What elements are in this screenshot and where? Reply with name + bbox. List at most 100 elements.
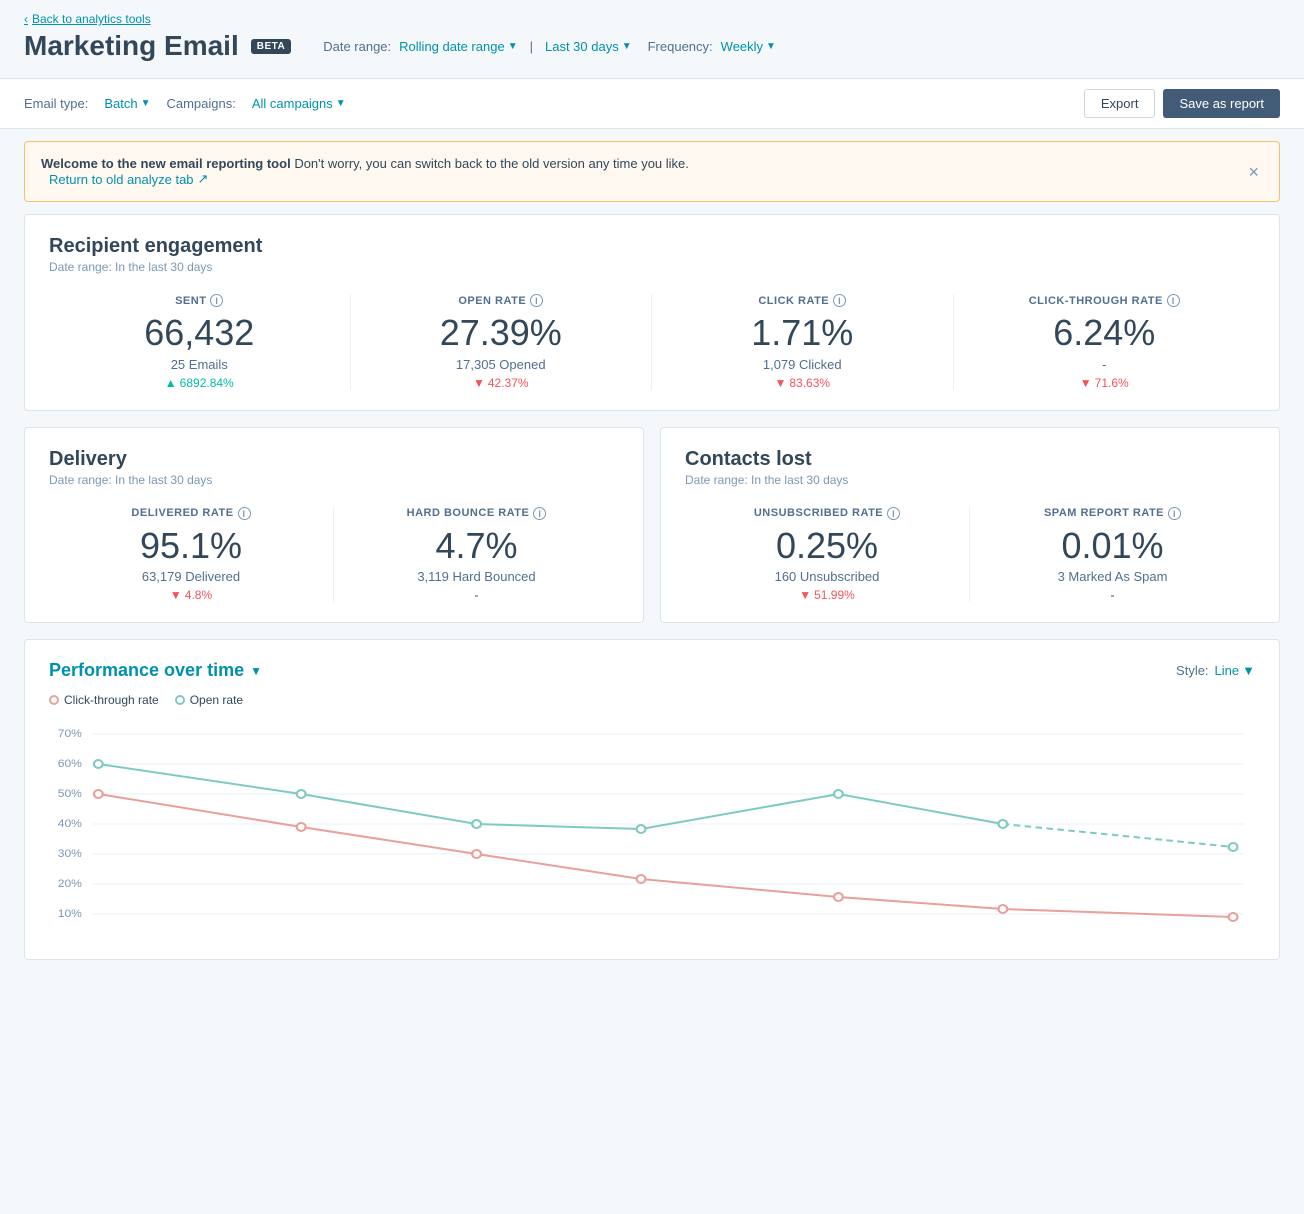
sent-value: 66,432 [65,313,334,353]
delivery-contacts-row: Delivery Date range: In the last 30 days… [24,427,1280,624]
performance-over-time-card: Performance over time ▼ Style: Line ▼ Cl… [24,639,1280,960]
return-to-old-analyze-link[interactable]: Return to old analyze tab ↗ [49,171,1236,187]
sent-metric: SENT i 66,432 25 Emails ▲ 6892.84% [49,294,351,390]
email-type-value: Batch [104,96,137,111]
svg-text:20%: 20% [58,879,82,890]
click-through-rate-metric: CLICK-THROUGH RATE i 6.24% - ▼ 71.6% [954,294,1256,390]
frequency-dropdown[interactable]: Weekly ▼ [721,39,776,54]
open-rate-point-3 [472,820,481,828]
recipient-engagement-metrics: SENT i 66,432 25 Emails ▲ 6892.84% OPEN … [49,294,1255,390]
trend-up-arrow: ▲ [165,376,177,390]
sent-sub: 25 Emails [65,357,334,372]
performance-title: Performance over time ▼ [49,660,262,681]
hard-bounce-rate-value: 4.7% [350,526,603,566]
back-link-text: Back to analytics tools [32,12,151,26]
svg-text:40%: 40% [58,819,82,830]
click-rate-point-3 [472,850,481,858]
style-label: Style: [1176,663,1209,678]
spam-report-info-icon[interactable]: i [1168,507,1181,520]
last-30-days-dropdown[interactable]: Last 30 days ▼ [545,39,632,54]
performance-header: Performance over time ▼ Style: Line ▼ [49,660,1255,681]
export-button[interactable]: Export [1084,89,1156,118]
svg-text:30%: 30% [58,849,82,860]
click-rate-point-1 [94,790,103,798]
click-rate-point-7 [1229,913,1238,921]
sent-info-icon[interactable]: i [210,294,223,307]
click-rate-point-6 [998,905,1007,913]
legend-open-rate: Open rate [175,693,243,707]
hard-bounce-rate-metric: HARD BOUNCE RATE i 4.7% 3,119 Hard Bounc… [334,507,619,603]
frequency-label: Frequency: [648,39,713,54]
rolling-date-range-dropdown[interactable]: Rolling date range ▼ [399,39,517,54]
open-rate-sub: 17,305 Opened [367,357,636,372]
open-rate-point-2 [297,790,306,798]
spam-report-rate-sub: 3 Marked As Spam [986,569,1239,584]
delivered-rate-info-icon[interactable]: i [238,507,251,520]
style-dropdown[interactable]: Line ▼ [1215,663,1255,678]
delivery-date-range: Date range: In the last 30 days [49,473,619,487]
external-link-icon: ↗ [198,171,209,187]
spam-report-rate-label: SPAM REPORT RATE i [986,507,1239,520]
unsubscribed-rate-sub: 160 Unsubscribed [701,569,953,584]
return-link-text: Return to old analyze tab [49,172,194,187]
click-through-rate-line [98,794,1233,917]
trend-down-arrow: ▼ [473,376,485,390]
banner-close-button[interactable]: × [1244,163,1263,181]
save-as-report-button[interactable]: Save as report [1163,89,1280,118]
click-through-rate-label: CLICK-THROUGH RATE i [970,294,1240,307]
trend-down-arrow2: ▼ [774,376,786,390]
click-through-rate-dot [49,695,59,705]
style-value: Line [1215,663,1240,678]
unsubscribed-rate-metric: UNSUBSCRIBED RATE i 0.25% 160 Unsubscrib… [685,507,970,603]
chart-legend: Click-through rate Open rate [49,693,1255,707]
delivered-rate-value: 95.1% [65,526,317,566]
open-rate-info-icon[interactable]: i [530,294,543,307]
click-rate-point-2 [297,823,306,831]
chevron-left-icon: ‹ [24,12,28,26]
back-to-analytics-link[interactable]: ‹ Back to analytics tools [0,0,1304,30]
delivered-rate-sub: 63,179 Delivered [65,569,317,584]
page-title: Marketing Email [24,30,239,62]
open-rate-dashed [1003,824,1233,847]
sent-label: SENT i [65,294,334,307]
last-30-days-label: Last 30 days [545,39,619,54]
welcome-banner: Welcome to the new email reporting tool … [24,141,1280,202]
style-caret: ▼ [1242,663,1255,678]
open-rate-legend-label: Open rate [190,693,243,707]
performance-caret[interactable]: ▼ [250,664,262,678]
style-control: Style: Line ▼ [1176,663,1255,678]
legend-click-through-rate: Click-through rate [49,693,159,707]
svg-text:60%: 60% [58,759,82,770]
spam-report-rate-value: 0.01% [986,526,1239,566]
click-rate-trend: ▼ 83.63% [668,376,937,390]
email-type-dropdown[interactable]: Batch ▼ [104,96,150,111]
svg-text:70%: 70% [58,729,82,740]
toolbar: Email type: Batch ▼ Campaigns: All campa… [0,78,1304,129]
click-through-rate-info-icon[interactable]: i [1167,294,1180,307]
click-rate-info-icon[interactable]: i [833,294,846,307]
hard-bounce-rate-sub: 3,119 Hard Bounced [350,569,603,584]
open-rate-label: OPEN RATE i [367,294,636,307]
dropdown-caret2: ▼ [622,41,632,52]
unsubscribed-rate-value: 0.25% [701,526,953,566]
open-rate-dot [175,695,185,705]
click-rate-value: 1.71% [668,313,937,353]
frequency-value: Weekly [721,39,763,54]
banner-desc: Don't worry, you can switch back to the … [294,156,689,171]
trend-down-arrow4: ▼ [170,588,182,602]
contacts-lost-metrics: UNSUBSCRIBED RATE i 0.25% 160 Unsubscrib… [685,507,1255,603]
campaigns-dropdown[interactable]: All campaigns ▼ [252,96,346,111]
unsubscribed-info-icon[interactable]: i [887,507,900,520]
unsubscribed-rate-trend: ▼ 51.99% [701,588,953,602]
hard-bounce-rate-label: HARD BOUNCE RATE i [350,507,603,520]
banner-text: Welcome to the new email reporting tool … [41,156,1236,187]
open-rate-point-7 [1229,843,1238,851]
hard-bounce-rate-trend: - [350,588,603,602]
trend-down-arrow3: ▼ [1080,376,1092,390]
contacts-lost-card: Contacts lost Date range: In the last 30… [660,427,1280,624]
recipient-engagement-title: Recipient engagement [49,235,1255,258]
spam-report-rate-trend: - [986,588,1239,602]
recipient-engagement-card: Recipient engagement Date range: In the … [24,214,1280,411]
hard-bounce-info-icon[interactable]: i [533,507,546,520]
campaigns-caret: ▼ [336,98,346,109]
